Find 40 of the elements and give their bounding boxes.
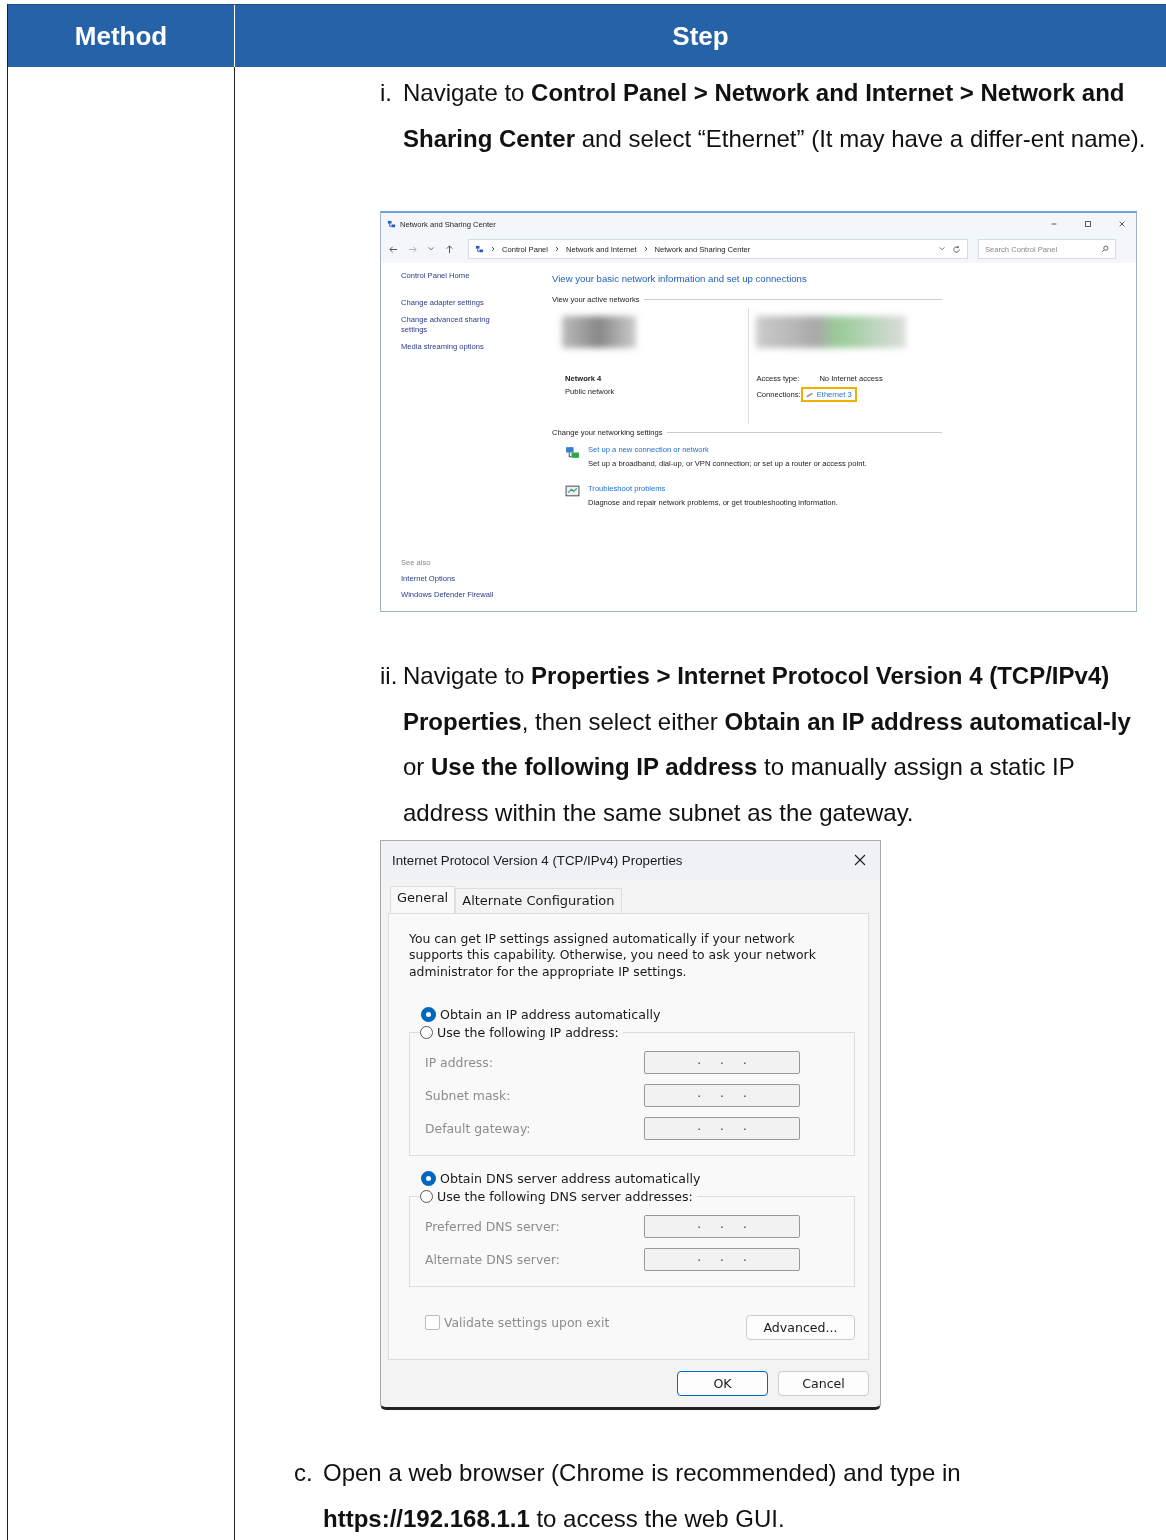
dialog-title: Internet Protocol Version 4 (TCP/IPv4) Properties xyxy=(392,852,683,868)
dialog-button[interactable]: OK xyxy=(677,1371,768,1396)
close-icon[interactable] xyxy=(1118,220,1126,228)
radio-option[interactable]: Obtain an IP address automatically xyxy=(421,1006,856,1022)
page-heading: View your basic network information and set up connections xyxy=(552,273,808,284)
step-text: Open a web browser (Chrome is recommended) and type in https://192.168.1.1 to access the web GUI. xyxy=(323,1458,962,1534)
field-label: Subnet mask: xyxy=(425,1087,512,1103)
refresh-icon[interactable] xyxy=(952,244,961,254)
radio-option[interactable]: Obtain DNS server address automatically xyxy=(421,1170,856,1186)
cable-icon xyxy=(805,390,814,399)
intro-text: You can get IP settings assigned automatically if your network supports this capability. Otherwise, you need to ask your network administrator for the appropriate IP settings. xyxy=(409,931,817,980)
field-label: Preferred DNS server: xyxy=(425,1218,561,1234)
advanced-button[interactable]: Advanced... xyxy=(746,1314,855,1340)
chevron-icon xyxy=(554,246,560,252)
column-header: Step xyxy=(234,5,1166,67)
list-marker: c. xyxy=(294,1458,314,1488)
caret-icon[interactable] xyxy=(427,245,435,253)
back-arrow-icon[interactable] xyxy=(389,244,398,254)
chevron-icon xyxy=(490,246,496,252)
network-setup-icon xyxy=(565,445,580,460)
chevron-icon xyxy=(642,246,649,252)
up-arrow-icon[interactable] xyxy=(445,244,454,254)
network-icon xyxy=(475,244,484,254)
network-icon xyxy=(387,219,396,229)
list-marker: ii. xyxy=(380,661,399,691)
step-text: Navigate to Properties > Internet Protocol Version 4 (TCP/IPv4) Properties, then select either Obtain an IP address automatical-ly or Use the following IP address to manually assign a static IP address within the same subnet as the gateway. xyxy=(403,661,1132,828)
column-header: Method xyxy=(73,19,169,53)
caret-icon[interactable] xyxy=(938,245,946,253)
field-label: IP address: xyxy=(425,1054,494,1070)
search-icon xyxy=(1101,245,1109,253)
field-label: Alternate DNS server: xyxy=(425,1251,561,1267)
dialog-button[interactable]: Cancel xyxy=(778,1371,869,1396)
field-label: Default gateway: xyxy=(425,1120,532,1136)
step-text: Navigate to Control Panel > Network and Internet > Network and Sharing Center and select “Ethernet” (It may have a differ-ent name). xyxy=(403,78,1147,154)
list-marker: i. xyxy=(380,78,393,108)
tab[interactable]: Alternate Configuration xyxy=(455,888,622,913)
tab[interactable]: General xyxy=(390,886,456,913)
monitor-icon xyxy=(565,484,580,499)
maximize-icon[interactable] xyxy=(1084,220,1092,228)
close-icon[interactable] xyxy=(854,854,866,866)
